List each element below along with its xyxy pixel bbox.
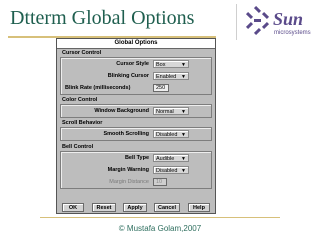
blink-rate-label: Blink Rate (milliseconds) xyxy=(65,85,131,91)
margin-warning-label: Margin Warning xyxy=(107,167,149,173)
margin-warning-value: Disabled xyxy=(156,168,178,174)
blinking-cursor-menu[interactable]: Enabled ▼ xyxy=(153,72,189,80)
color-control-label: Color Control xyxy=(62,97,98,103)
cursor-style-menu[interactable]: Box ▼ xyxy=(153,60,189,68)
reset-button[interactable]: Reset xyxy=(92,203,116,212)
svg-text:Sun: Sun xyxy=(273,9,303,29)
smooth-scrolling-value: Disabled xyxy=(156,132,178,138)
bell-control-label: Bell Control xyxy=(62,144,94,150)
blinking-cursor-value: Enabled xyxy=(156,74,177,80)
blinking-cursor-label: Blinking Cursor xyxy=(107,73,149,79)
menu-arrow-icon: ▼ xyxy=(181,132,186,138)
dialog-title: Global Options xyxy=(57,39,215,49)
vertical-divider xyxy=(236,4,237,40)
window-background-value: Normal xyxy=(156,109,174,115)
margin-warning-menu[interactable]: Disabled ▼ xyxy=(153,166,189,174)
blink-rate-field[interactable]: 250 xyxy=(153,84,169,92)
menu-arrow-icon: ▼ xyxy=(181,62,186,68)
window-background-menu[interactable]: Normal ▼ xyxy=(153,107,189,115)
scroll-behavior-label: Scroll Behavior xyxy=(62,120,103,126)
scroll-behavior-group: Smooth Scrolling Disabled ▼ xyxy=(60,127,212,141)
menu-arrow-icon: ▼ xyxy=(181,156,186,162)
logo-text: microsystems xyxy=(274,30,311,36)
apply-button[interactable]: Apply xyxy=(123,203,147,212)
menu-arrow-icon: ▼ xyxy=(181,168,186,174)
ok-button[interactable]: OK xyxy=(62,203,84,212)
bell-type-menu[interactable]: Audible ▼ xyxy=(153,154,189,162)
footer-rule xyxy=(40,217,280,218)
dialog-button-row: OK Reset Apply Cancel Help xyxy=(60,203,212,213)
menu-arrow-icon: ▼ xyxy=(181,109,186,115)
cursor-style-value: Box xyxy=(156,62,166,68)
footer-copyright: © Mustafa Golam,2007 xyxy=(118,224,202,233)
color-control-group: Window Background Normal ▼ xyxy=(60,104,212,118)
cancel-button[interactable]: Cancel xyxy=(154,203,180,212)
cursor-control-group: Cursor Style Box ▼ Blinking Cursor Enabl… xyxy=(60,57,212,95)
bell-type-label: Bell Type xyxy=(124,155,149,161)
cursor-style-label: Cursor Style xyxy=(116,61,149,67)
smooth-scrolling-menu[interactable]: Disabled ▼ xyxy=(153,130,189,138)
margin-distance-label: Margin Distance xyxy=(109,179,149,185)
window-background-label: Window Background xyxy=(94,108,149,114)
margin-distance-field[interactable]: 10 xyxy=(153,178,167,186)
slide-title: Dtterm Global Options xyxy=(10,7,195,29)
help-button[interactable]: Help xyxy=(188,203,210,212)
smooth-scrolling-label: Smooth Scrolling xyxy=(103,131,149,137)
menu-arrow-icon: ▼ xyxy=(181,74,186,80)
bell-type-value: Audible xyxy=(156,156,175,162)
cursor-control-label: Cursor Control xyxy=(62,50,102,56)
sun-logo-icon: Sun microsystems xyxy=(245,6,311,36)
bell-control-group: Bell Type Audible ▼ Margin Warning Disab… xyxy=(60,151,212,189)
global-options-dialog: Global Options Cursor Control Cursor Sty… xyxy=(56,38,216,214)
